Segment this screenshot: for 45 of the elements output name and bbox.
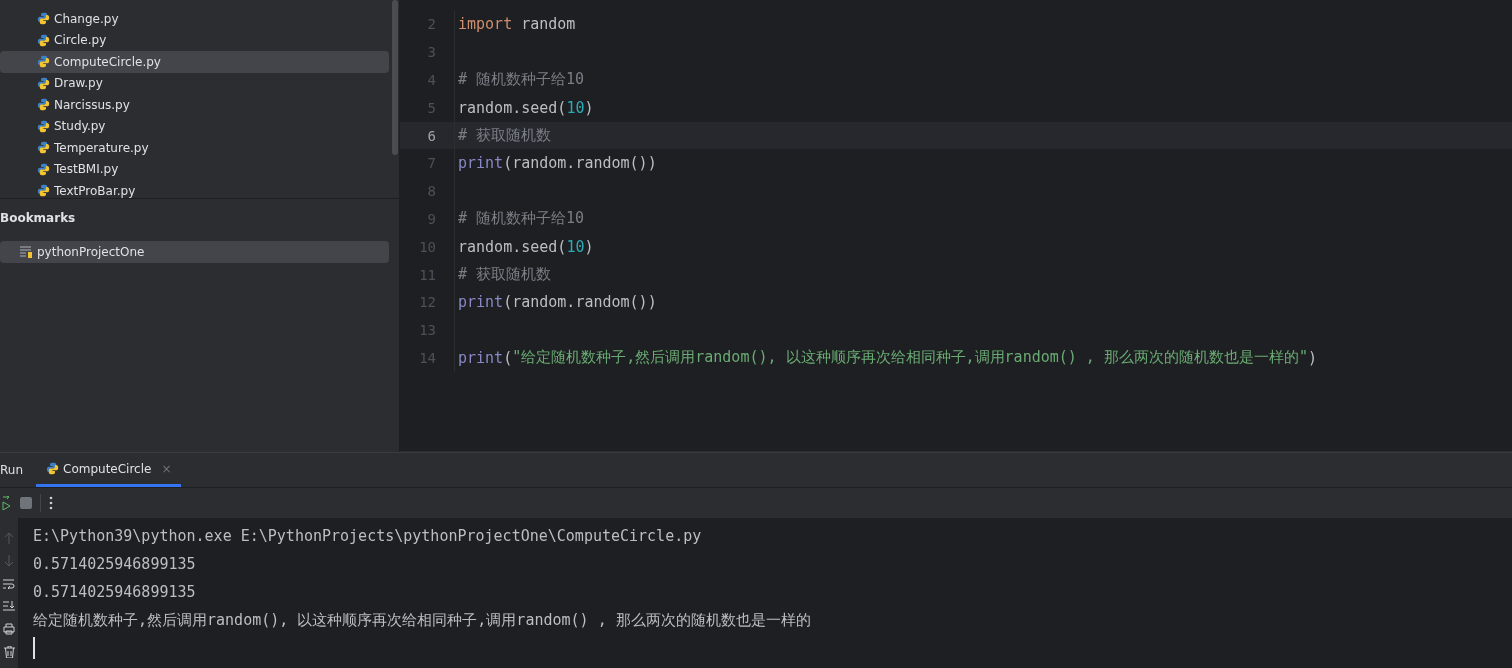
scroll-to-end-icon[interactable] bbox=[3, 600, 15, 612]
trash-icon[interactable] bbox=[3, 646, 15, 658]
code-line: random.seed(10) bbox=[454, 232, 594, 261]
more-options-icon[interactable] bbox=[49, 496, 53, 510]
rerun-icon[interactable] bbox=[2, 496, 12, 510]
file-tree-item[interactable]: TestBMI.py bbox=[0, 158, 389, 180]
python-file-icon bbox=[37, 33, 50, 47]
python-file-icon bbox=[37, 141, 50, 155]
file-tree-item[interactable]: Temperature.py bbox=[0, 137, 389, 159]
file-tree-item[interactable]: Circle.py bbox=[0, 29, 389, 51]
code-line: print(random.random()) bbox=[454, 149, 657, 178]
file-tree-item[interactable]: Study.py bbox=[0, 115, 389, 137]
console-output-line: E:\Python39\python.exe E:\PythonProjects\pythonProjectOne\ComputeCircle.py bbox=[33, 526, 703, 547]
code-line: random.seed(10) bbox=[454, 93, 594, 122]
file-tree-item[interactable]: Narcissus.py bbox=[0, 94, 389, 116]
code-line: # 随机数种子给10 bbox=[454, 66, 585, 94]
python-file-icon bbox=[37, 55, 50, 69]
python-file-icon bbox=[37, 76, 50, 90]
python-file-icon bbox=[46, 462, 59, 475]
python-file-icon bbox=[37, 98, 50, 112]
python-file-icon bbox=[37, 184, 50, 198]
code-line: # 随机数种子给10 bbox=[454, 205, 585, 233]
code-line: # 获取随机数 bbox=[454, 121, 552, 150]
bookmark-item[interactable]: pythonProjectOne bbox=[0, 241, 389, 263]
bookmarks-title: Bookmarks bbox=[0, 210, 77, 227]
file-tree-item[interactable]: Change.py bbox=[0, 8, 389, 30]
console-output-line: 0.5714025946899135 bbox=[33, 582, 197, 603]
line-number: 6 bbox=[426, 127, 436, 144]
file-tree-item[interactable]: Draw.py bbox=[0, 72, 389, 94]
print-icon[interactable] bbox=[3, 623, 15, 635]
code-line: print(random.random()) bbox=[454, 288, 657, 317]
bookmark-list-icon bbox=[20, 246, 33, 258]
code-line: import random bbox=[454, 10, 576, 39]
python-file-icon bbox=[37, 162, 50, 176]
code-line: print("给定随机数种子,然后调用random(), 以这种顺序再次给相同种子,调用random() , 那么两次的随机数也是一样的") bbox=[454, 344, 1317, 372]
python-file-icon bbox=[37, 12, 50, 26]
soft-wrap-icon[interactable] bbox=[3, 578, 15, 589]
python-file-icon bbox=[37, 119, 50, 133]
file-tree-item[interactable]: TextProBar.py bbox=[0, 180, 389, 202]
file-tree-item[interactable]: ComputeCircle.py bbox=[0, 51, 389, 73]
console-output-line: 给定随机数种子,然后调用random(), 以这种顺序再次给相同种子,调用random() , 那么两次的随机数也是一样的 bbox=[33, 610, 811, 631]
console-output-line: 0.5714025946899135 bbox=[33, 554, 197, 575]
run-panel-title: Run bbox=[0, 463, 24, 477]
code-line: # 获取随机数 bbox=[454, 260, 552, 289]
scrollbar-thumb[interactable] bbox=[392, 0, 398, 155]
